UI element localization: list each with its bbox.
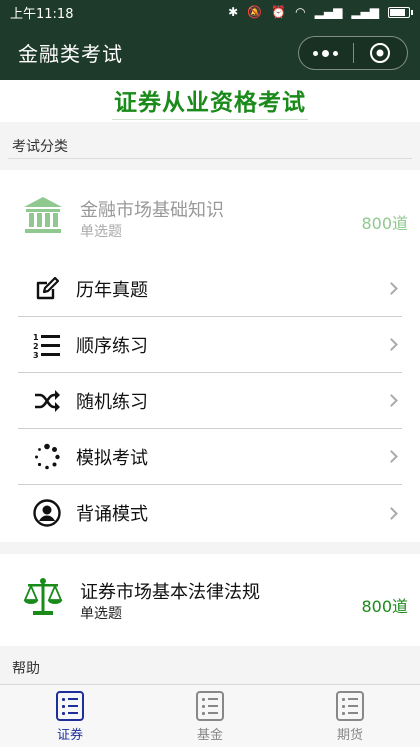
tab-label: 期货 [336, 728, 363, 743]
section-title-exam: 考试分类 [12, 139, 68, 155]
mini-program-capsule [298, 36, 408, 70]
more-button[interactable] [299, 37, 353, 69]
category-type-1: 单选题 [80, 224, 122, 240]
svg-text:3: 3 [33, 351, 39, 359]
alarm-icon: ⏰ [271, 5, 287, 19]
signal-icon-2: ▂▄▆ [351, 5, 379, 19]
category-header-1[interactable]: 金融市场基础知识 单选题 800道 [0, 170, 420, 266]
menu-label: 模拟考试 [76, 447, 148, 469]
section-title-help: 帮助 [12, 661, 40, 677]
menu-label: 随机练习 [76, 391, 148, 413]
wifi-icon: ◠ [295, 5, 306, 19]
chevron-right-icon [385, 338, 398, 351]
dot-icon [333, 50, 339, 56]
mute-icon: 🔕 [247, 5, 263, 19]
banner: 证券从业资格考试 [0, 80, 420, 122]
dot-icon [313, 50, 319, 56]
page-title: 金融类考试 [18, 41, 123, 66]
chevron-right-icon [385, 506, 398, 520]
status-icons: ✱ 🔕 ⏰ ◠ ▂▄▆ ▂▄▆ [228, 5, 413, 19]
svg-text:2: 2 [33, 342, 39, 351]
user-circle-icon [32, 498, 62, 528]
bluetooth-icon: ✱ [228, 5, 239, 19]
menu-item-mock-exam[interactable]: 模拟考试 [18, 429, 402, 485]
battery-icon [388, 6, 413, 18]
category-count-1: 800道 [361, 214, 408, 233]
svg-text:1: 1 [33, 333, 39, 342]
tab-label: 基金 [196, 728, 223, 743]
dot-icon [322, 49, 330, 57]
status-bar: 上午11:18 ✱ 🔕 ⏰ ◠ ▂▄▆ ▂▄▆ [0, 0, 420, 24]
scales-icon [23, 578, 63, 615]
bank-icon [24, 197, 62, 233]
tab-funds[interactable]: 基金 [140, 685, 280, 747]
close-circle-icon [370, 43, 391, 63]
chevron-right-icon [385, 450, 398, 463]
tab-label: 证券 [56, 728, 83, 743]
menu-item-past-papers[interactable]: 历年真题 [18, 261, 402, 317]
menu-item-sequential[interactable]: 1 2 3 顺序练习 [18, 317, 402, 373]
chevron-right-icon [385, 394, 398, 407]
tab-securities[interactable]: 证券 [0, 685, 140, 747]
menu-item-recite[interactable]: 背诵模式 [18, 485, 402, 541]
ordered-list-icon: 1 2 3 [32, 330, 62, 360]
menu-item-random[interactable]: 随机练习 [18, 373, 402, 429]
chevron-right-icon [385, 282, 398, 295]
list-icon [336, 691, 364, 721]
category-type-2: 单选题 [80, 606, 122, 622]
category-name-1: 金融市场基础知识 [80, 200, 224, 221]
edit-icon [32, 274, 62, 304]
tab-bar: 证券 基金 期货 [0, 684, 420, 747]
shuffle-icon [32, 386, 62, 416]
category-count-2: 800道 [361, 597, 408, 616]
list-icon [56, 691, 84, 721]
tab-futures[interactable]: 期货 [280, 685, 420, 747]
menu-label: 历年真题 [76, 279, 148, 301]
list-icon [196, 691, 224, 721]
nav-bar: 金融类考试 [0, 24, 420, 80]
section-divider [8, 158, 412, 159]
close-button[interactable] [354, 37, 408, 69]
category-card-1: 金融市场基础知识 单选题 800道 历年真题 1 2 3 顺序练习 随机练习 模… [0, 170, 420, 542]
menu-label: 背诵模式 [76, 504, 148, 525]
signal-icon: ▂▄▆ [314, 5, 343, 19]
category-card-2[interactable]: 证券市场基本法律法规 单选题 800道 [0, 554, 420, 646]
banner-title: 证券从业资格考试 [112, 83, 308, 120]
spinner-icon [32, 442, 62, 472]
status-time: 上午11:18 [10, 6, 74, 22]
category-name-2: 证券市场基本法律法规 [80, 582, 260, 603]
menu-label: 顺序练习 [76, 335, 148, 357]
